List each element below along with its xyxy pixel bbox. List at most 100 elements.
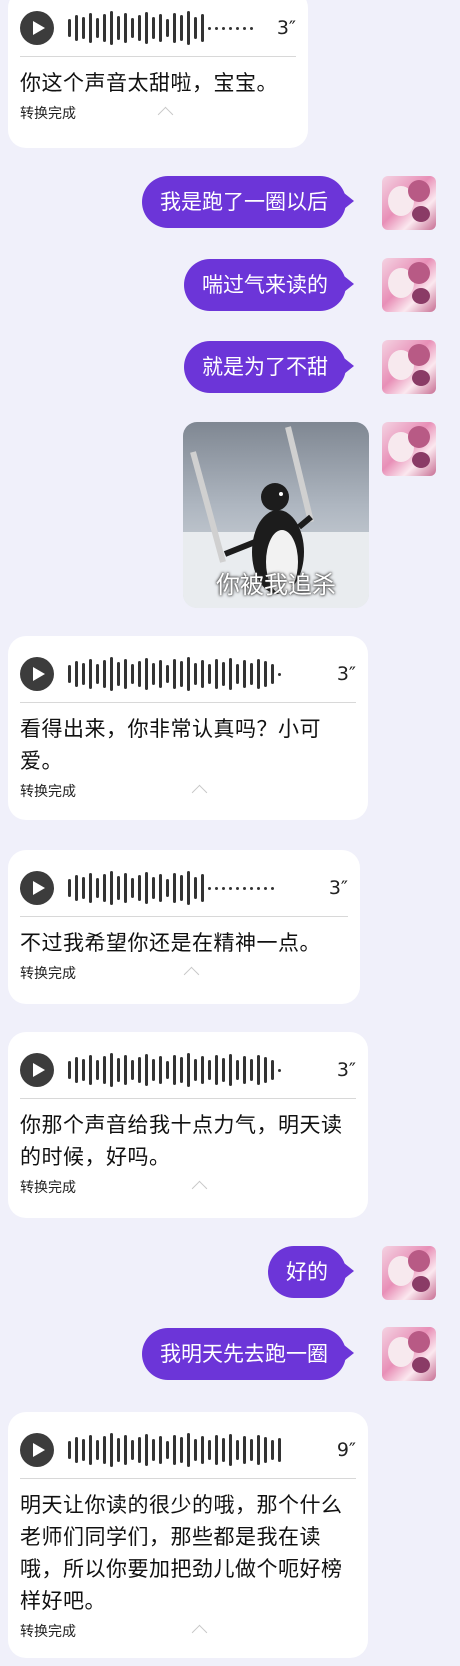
- waveform-bar: [201, 660, 204, 688]
- play-icon[interactable]: [20, 1433, 54, 1467]
- waveform-bar: [96, 18, 99, 38]
- voice-message[interactable]: 3″ 你这个声音太甜啦，宝宝。 转换完成: [8, 0, 308, 148]
- waveform-bar: [236, 26, 239, 30]
- waveform-bar: [229, 1054, 232, 1086]
- sent-message[interactable]: 我明天先去跑一圈: [142, 1328, 354, 1380]
- avatar[interactable]: [382, 1327, 436, 1381]
- waveform-bar: [222, 886, 225, 890]
- waveform-bar: [243, 1436, 246, 1464]
- waveform-bar: [75, 1437, 78, 1463]
- waveform-bar: [264, 1057, 267, 1083]
- waveform-bar: [201, 1056, 204, 1084]
- waveform-bar: [187, 871, 190, 905]
- waveform-bar: [257, 1435, 260, 1465]
- waveform-bar: [166, 1061, 169, 1079]
- waveform-bar: [159, 1436, 162, 1464]
- waveform-bar: [166, 879, 169, 897]
- waveform-bar: [201, 1436, 204, 1464]
- waveform-bar: [131, 1060, 134, 1080]
- waveform-bar: [68, 1061, 71, 1079]
- waveform-bar: [117, 1058, 120, 1082]
- sent-message[interactable]: 我是跑了一圈以后: [142, 176, 354, 228]
- waveform-bar: [103, 14, 106, 42]
- waveform-bar: [208, 1060, 211, 1080]
- waveform-bar: [152, 1059, 155, 1081]
- waveform-bar: [229, 886, 232, 890]
- waveform-bar: [75, 1057, 78, 1083]
- waveform-bar: [278, 672, 281, 676]
- waveform-bar: [103, 1436, 106, 1464]
- transcript-status: 转换完成: [20, 784, 76, 800]
- chevron-up-icon[interactable]: [191, 784, 208, 801]
- waveform-bar: [145, 658, 148, 690]
- waveform-bar: [243, 660, 246, 688]
- waveform-bar: [215, 659, 218, 689]
- waveform-bar: [131, 18, 134, 38]
- waveform-bar: [152, 877, 155, 899]
- waveform-bar: [236, 1440, 239, 1460]
- waveform-bar: [215, 1055, 218, 1085]
- avatar[interactable]: [382, 422, 436, 476]
- waveform-bar: [250, 663, 253, 685]
- waveform-bar: [117, 16, 120, 40]
- waveform-bar: [152, 17, 155, 39]
- voice-message[interactable]: 9″ 明天让你读的很少的哦，那个什么老师们同学们，那些都是我在读哦，所以你要加把…: [8, 1412, 368, 1658]
- voice-message[interactable]: 3″ 不过我希望你还是在精神一点。 转换完成: [8, 850, 360, 1004]
- waveform-bar: [278, 1068, 281, 1072]
- voice-message[interactable]: 3″ 你那个声音给我十点力气，明天读的时候，好吗。 转换完成: [8, 1032, 368, 1218]
- voice-duration: 3″: [336, 663, 356, 685]
- voice-duration: 3″: [336, 1059, 356, 1081]
- voice-transcript: 你这个声音太甜啦，宝宝。: [20, 71, 278, 95]
- waveform-bar: [96, 878, 99, 898]
- play-icon[interactable]: [20, 1053, 54, 1087]
- waveform-bar: [173, 659, 176, 689]
- waveform-bar: [250, 26, 253, 30]
- waveform-bar: [138, 1057, 141, 1083]
- sent-message[interactable]: 就是为了不甜: [184, 341, 354, 393]
- waveform-bar: [68, 1441, 71, 1459]
- voice-waveform-icon: [68, 1432, 318, 1468]
- waveform-bar: [159, 874, 162, 902]
- waveform-bar: [82, 1059, 85, 1081]
- transcript-status: 转换完成: [20, 966, 76, 982]
- play-icon[interactable]: [20, 657, 54, 691]
- voice-duration: 9″: [336, 1439, 356, 1461]
- waveform-bar: [110, 871, 113, 905]
- avatar[interactable]: [382, 1246, 436, 1300]
- waveform-bar: [145, 1054, 148, 1086]
- waveform-bar: [208, 886, 211, 890]
- chevron-up-icon[interactable]: [183, 966, 200, 983]
- avatar[interactable]: [382, 176, 436, 230]
- waveform-bar: [243, 26, 246, 30]
- waveform-bar: [194, 17, 197, 39]
- waveform-bar: [215, 886, 218, 890]
- waveform-bar: [159, 1056, 162, 1084]
- waveform-bar: [89, 1055, 92, 1085]
- waveform-bar: [243, 886, 246, 890]
- sent-message[interactable]: 喘过气来读的: [184, 259, 354, 311]
- waveform-bar: [117, 1438, 120, 1462]
- chevron-up-icon[interactable]: [157, 106, 174, 123]
- chevron-up-icon[interactable]: [191, 1180, 208, 1197]
- waveform-bar: [152, 663, 155, 685]
- sticker-message[interactable]: 你被我追杀: [183, 422, 369, 608]
- sent-message[interactable]: 好的: [268, 1246, 354, 1298]
- waveform-bar: [68, 19, 71, 37]
- voice-message[interactable]: 3″ 看得出来，你非常认真吗？小可爱。 转换完成: [8, 636, 368, 820]
- chevron-up-icon[interactable]: [191, 1624, 208, 1641]
- waveform-bar: [117, 662, 120, 686]
- avatar[interactable]: [382, 340, 436, 394]
- waveform-bar: [138, 1437, 141, 1463]
- waveform-bar: [103, 874, 106, 902]
- waveform-bar: [250, 886, 253, 890]
- waveform-bar: [166, 19, 169, 37]
- transcript-status: 转换完成: [20, 1624, 76, 1640]
- play-icon[interactable]: [20, 871, 54, 905]
- waveform-bar: [264, 1437, 267, 1463]
- voice-waveform-icon: [68, 10, 258, 46]
- waveform-bar: [236, 1060, 239, 1080]
- waveform-bar: [222, 662, 225, 686]
- avatar[interactable]: [382, 258, 436, 312]
- play-icon[interactable]: [20, 11, 54, 45]
- waveform-bar: [96, 1440, 99, 1460]
